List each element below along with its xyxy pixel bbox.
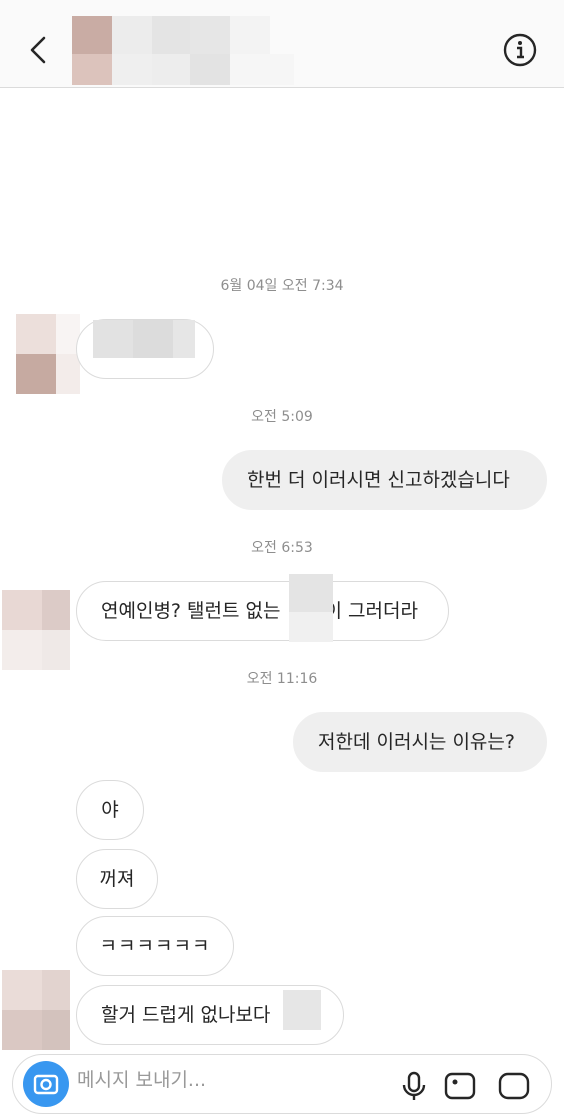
message-bubble-incoming[interactable]: 꺼져 xyxy=(76,849,158,909)
timestamp: 오전 6:53 xyxy=(251,540,313,556)
message-text: 연예인병? 탤런트 없는 xyxy=(101,600,281,622)
message-bubble-incoming[interactable]: 연예인병? 탤런트 없는 이 그러더라 xyxy=(76,574,449,642)
message-bubble-incoming[interactable] xyxy=(76,319,214,379)
image-icon[interactable] xyxy=(443,1069,477,1103)
blurred-text xyxy=(289,574,333,612)
blurred-text xyxy=(93,320,133,358)
camera-icon[interactable] xyxy=(23,1061,69,1107)
chat-header xyxy=(0,0,564,88)
message-text: 이 그러더라 xyxy=(324,600,418,622)
chevron-left-icon[interactable] xyxy=(22,26,58,74)
blurred-text xyxy=(173,320,195,358)
message-bubble-outgoing[interactable]: 저한데 이러시는 이유는? xyxy=(293,712,547,772)
timestamp: 6월 04일 오전 7:34 xyxy=(220,278,344,294)
message-bubble-incoming[interactable]: ㅋㅋㅋㅋㅋㅋ xyxy=(76,916,234,976)
timestamp: 오전 5:09 xyxy=(251,409,313,425)
message-bubble-incoming[interactable]: 할거 드럽게 없나보다 xyxy=(76,985,344,1045)
blurred-text xyxy=(289,612,333,642)
message-text: 할거 드럽게 없나보다 xyxy=(101,1004,271,1026)
message-bubble-incoming[interactable]: 야 xyxy=(76,780,144,840)
info-icon[interactable] xyxy=(502,32,538,68)
message-bubble-outgoing[interactable]: 한번 더 이러시면 신고하겠습니다 xyxy=(222,450,547,510)
message-composer xyxy=(12,1054,552,1114)
microphone-icon[interactable] xyxy=(397,1069,431,1103)
blurred-text xyxy=(283,990,321,1030)
blurred-text xyxy=(133,320,173,358)
timestamp: 오전 11:16 xyxy=(246,671,318,687)
sticker-icon[interactable] xyxy=(497,1069,531,1103)
message-input[interactable] xyxy=(77,1069,377,1091)
